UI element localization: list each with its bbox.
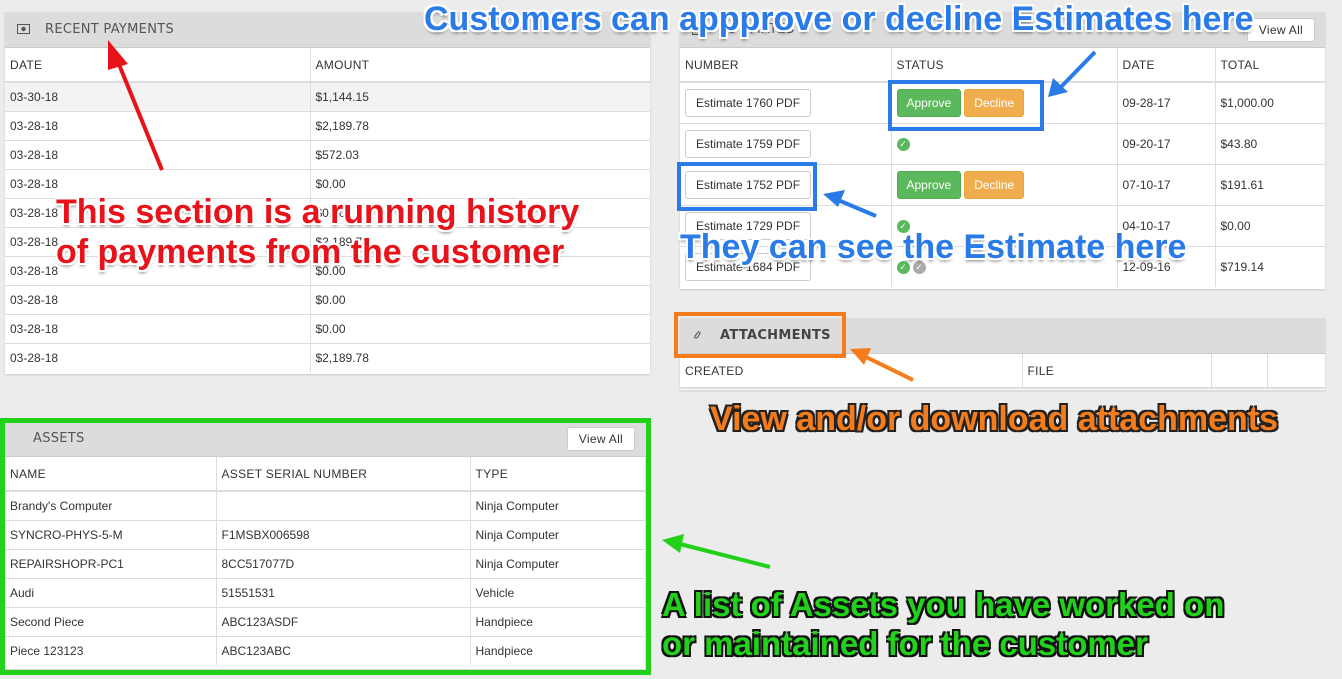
table-row: 03-30-18 $1,144.15 bbox=[5, 81, 650, 111]
estimate-total: $719.14 bbox=[1215, 245, 1325, 287]
table-row: 03-28-18 $572.03 bbox=[5, 139, 650, 169]
estimate-date: 09-28-17 bbox=[1117, 81, 1216, 123]
estimate-date: 09-20-17 bbox=[1117, 122, 1216, 164]
estimate-number-cell: Estimate 1760 PDF bbox=[680, 81, 892, 123]
estimate-total: $191.61 bbox=[1215, 163, 1325, 205]
estimates-view-all-button[interactable]: View All bbox=[1246, 18, 1315, 42]
annotation-payments-line2: of payments from the customer bbox=[56, 233, 565, 271]
check-circle-icon: ✓ bbox=[896, 137, 910, 151]
column-header: DATE bbox=[1117, 48, 1216, 83]
annotation-estimates-approve: Customers can appprove or decline Estima… bbox=[424, 0, 1254, 38]
decline-button[interactable]: Decline bbox=[964, 170, 1025, 199]
payment-amount: $2,189.78 bbox=[310, 342, 650, 372]
estimate-date: 07-10-17 bbox=[1117, 163, 1216, 205]
table-row: 03-28-18 $2,189.78 bbox=[5, 110, 650, 140]
column-header: AMOUNT bbox=[310, 48, 650, 83]
estimate-pdf-button[interactable]: Estimate 1759 PDF bbox=[685, 129, 812, 158]
annotation-estimate-view: They can see the Estimate here bbox=[680, 228, 1187, 266]
column-header: TOTAL bbox=[1215, 48, 1325, 83]
column-header: STATUS bbox=[891, 48, 1118, 83]
payment-date: 03-28-18 bbox=[5, 313, 311, 343]
column-header bbox=[1267, 354, 1325, 389]
attachments-highlight bbox=[674, 312, 846, 358]
column-header: CREATED bbox=[680, 354, 1023, 389]
payment-date: 03-28-18 bbox=[5, 284, 311, 314]
estimate-total: $1,000.00 bbox=[1215, 81, 1325, 123]
approve-button[interactable]: Approve bbox=[896, 170, 962, 199]
table-row: 03-28-18 $0.00 bbox=[5, 313, 650, 343]
column-header: FILE bbox=[1022, 354, 1212, 389]
estimate-pdf-highlight bbox=[677, 162, 817, 211]
payment-amount: $0.00 bbox=[310, 313, 650, 343]
payment-date: 03-30-18 bbox=[5, 81, 311, 111]
column-header: NUMBER bbox=[680, 48, 892, 83]
annotation-assets-line2: or maintained for the customer bbox=[662, 625, 1148, 662]
approve-decline-highlight bbox=[888, 80, 1044, 131]
annotation-assets-line1: A list of Assets you have worked on bbox=[662, 586, 1225, 623]
payment-amount: $0.00 bbox=[310, 284, 650, 314]
attachments-table: CREATED FILE bbox=[680, 354, 1325, 389]
column-header bbox=[1211, 354, 1268, 389]
money-icon bbox=[17, 23, 31, 37]
payment-amount: $1,144.15 bbox=[310, 81, 650, 111]
table-row: 03-28-18 $0.00 bbox=[5, 284, 650, 314]
annotation-payments-line1: This section is a running history bbox=[56, 193, 580, 231]
green-arrow bbox=[662, 534, 771, 569]
assets-highlight bbox=[0, 418, 651, 675]
estimate-pdf-button[interactable]: Estimate 1760 PDF bbox=[685, 88, 812, 117]
column-header: DATE bbox=[5, 48, 311, 83]
estimate-status-cell: Approve Decline bbox=[891, 163, 1118, 205]
payment-date: 03-28-18 bbox=[5, 342, 311, 372]
estimate-total: $43.80 bbox=[1215, 122, 1325, 164]
recent-payments-title: RECENT PAYMENTS bbox=[45, 22, 175, 37]
payment-date: 03-28-18 bbox=[5, 139, 311, 169]
table-row: 03-28-18 $2,189.78 bbox=[5, 342, 650, 372]
estimate-number-cell: Estimate 1759 PDF bbox=[680, 122, 892, 164]
payment-amount: $572.03 bbox=[310, 139, 650, 169]
payment-date: 03-28-18 bbox=[5, 110, 311, 140]
annotation-attachments: View and/or download attachments bbox=[710, 400, 1279, 438]
payment-amount: $2,189.78 bbox=[310, 110, 650, 140]
estimate-total: $0.00 bbox=[1215, 204, 1325, 246]
